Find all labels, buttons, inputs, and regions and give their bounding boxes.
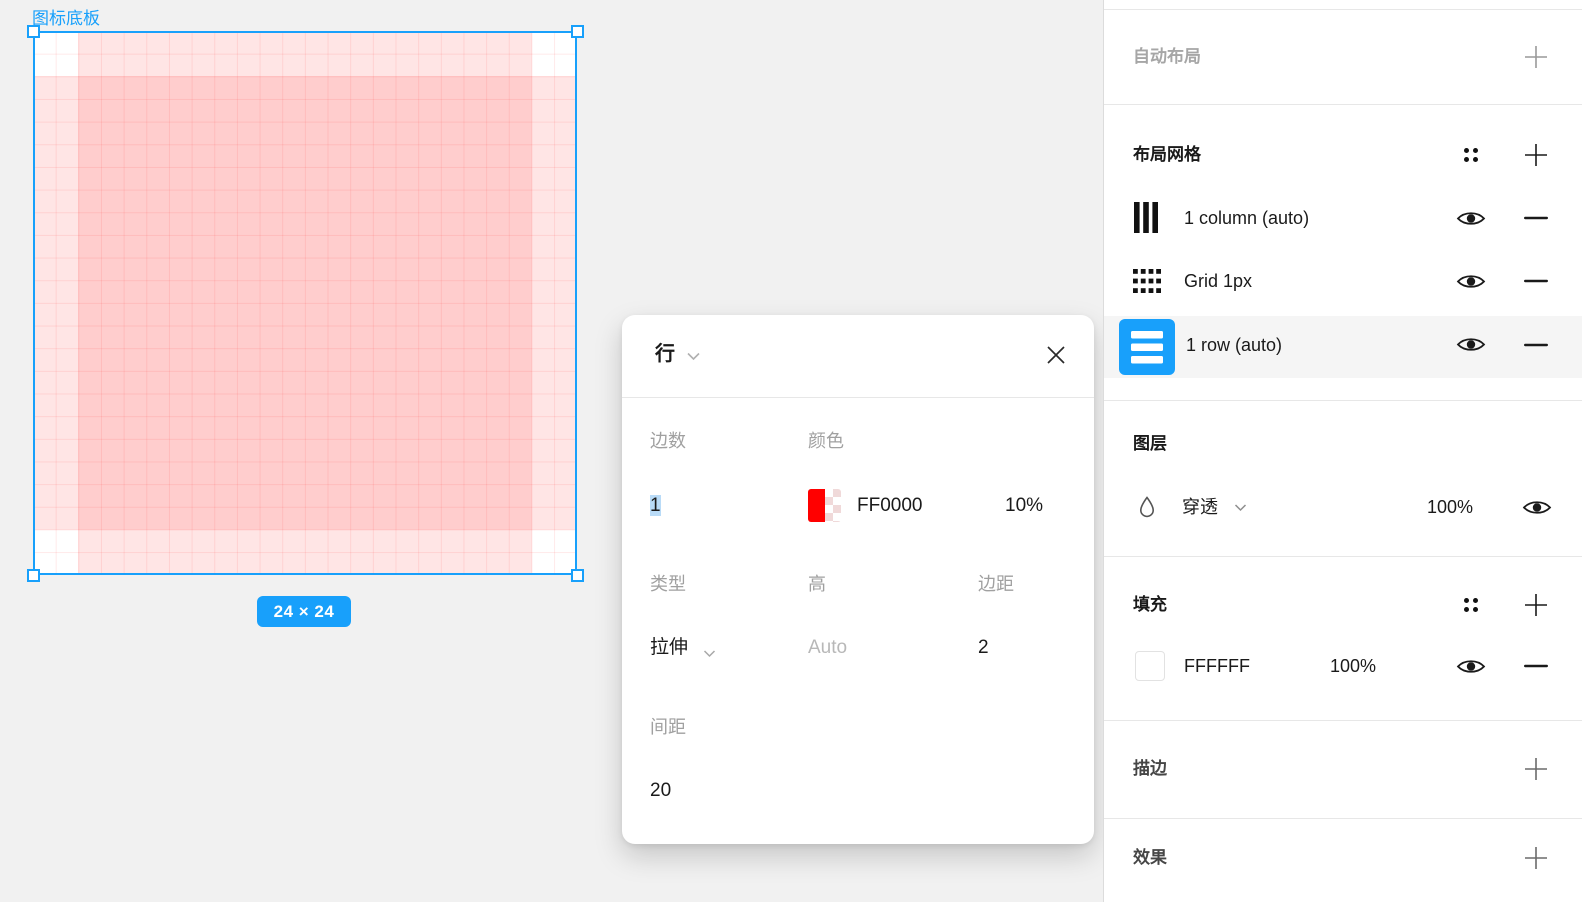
layers-title: 图层	[1133, 434, 1167, 453]
section-divider	[1104, 400, 1582, 401]
add-effect-button[interactable]	[1523, 845, 1549, 871]
eye-icon[interactable]	[1522, 497, 1552, 518]
type-label: 类型	[650, 574, 686, 594]
dialog-divider	[622, 397, 1094, 398]
fill-color-swatch[interactable]	[1135, 651, 1165, 681]
remove-fill-button[interactable]	[1524, 664, 1548, 668]
rows-icon	[1131, 331, 1163, 364]
selection-handle-top-left[interactable]	[27, 25, 40, 38]
grid-styles-button[interactable]	[1461, 145, 1481, 165]
minus-icon	[1524, 664, 1548, 668]
minus-icon	[1524, 343, 1548, 347]
chevron-down-icon	[703, 645, 716, 663]
plus-icon	[1525, 144, 1547, 166]
color-swatch-alpha-checker	[825, 489, 841, 522]
eye-icon[interactable]	[1456, 271, 1486, 292]
rows-icon-button[interactable]	[1119, 319, 1175, 375]
grid-settings-dialog: 行 边数 颜色 1 FF0000 10% 类型 高 边距 拉伸 Auto 2 间…	[622, 315, 1094, 844]
layout-grid-row-row-selected[interactable]	[1104, 316, 1582, 378]
selection-handle-bottom-right[interactable]	[571, 569, 584, 582]
section-divider	[1104, 556, 1582, 557]
eye-icon[interactable]	[1456, 208, 1486, 229]
styles-dots-icon	[1464, 598, 1478, 612]
close-icon[interactable]	[1045, 344, 1067, 366]
selection-handle-bottom-left[interactable]	[27, 569, 40, 582]
properties-panel: 自动布局 布局网格 1 column (auto) Grid 1px 1 row…	[1103, 0, 1582, 902]
fill-styles-button[interactable]	[1461, 595, 1481, 615]
section-divider	[1104, 720, 1582, 721]
section-divider	[1104, 818, 1582, 819]
color-hex-input[interactable]: FF0000	[857, 493, 922, 519]
size-badge: 24 × 24	[257, 596, 351, 627]
height-label: 高	[808, 574, 826, 594]
pixel-grid-overlay	[33, 31, 577, 575]
count-label: 边数	[650, 431, 686, 451]
plus-icon	[1525, 758, 1547, 780]
add-stroke-button[interactable]	[1523, 756, 1549, 782]
add-layout-grid-button[interactable]	[1523, 142, 1549, 168]
eye-icon[interactable]	[1456, 656, 1486, 677]
layout-grid-title: 布局网格	[1133, 145, 1201, 164]
plus-icon	[1525, 46, 1547, 68]
selection-handle-top-right[interactable]	[571, 25, 584, 38]
margin-input[interactable]: 2	[978, 635, 989, 661]
stroke-title: 描边	[1133, 759, 1167, 778]
plus-icon	[1525, 847, 1547, 869]
blend-droplet-icon	[1137, 495, 1157, 519]
frame-name-label[interactable]: 图标底板	[32, 4, 100, 29]
columns-icon	[1134, 202, 1158, 233]
grid-row-label: 1 row (auto)	[1186, 335, 1283, 355]
remove-grid-button[interactable]	[1524, 279, 1548, 283]
type-dropdown[interactable]: 拉伸	[650, 635, 688, 661]
grid-row-label: Grid 1px	[1184, 271, 1253, 291]
layer-opacity-input[interactable]: 100%	[1427, 496, 1473, 518]
grid-row-label: 1 column (auto)	[1184, 208, 1310, 228]
fill-opacity-input[interactable]: 100%	[1330, 655, 1376, 677]
section-divider	[1104, 9, 1582, 10]
eye-icon[interactable]	[1456, 334, 1486, 355]
add-auto-layout-button[interactable]	[1523, 44, 1549, 70]
plus-icon	[1525, 594, 1547, 616]
blend-mode-dropdown[interactable]: 穿透	[1182, 496, 1218, 518]
remove-grid-button[interactable]	[1524, 216, 1548, 220]
add-fill-button[interactable]	[1523, 592, 1549, 618]
remove-grid-button[interactable]	[1524, 343, 1548, 347]
color-swatch[interactable]	[808, 489, 841, 522]
gutter-input[interactable]: 20	[650, 778, 671, 804]
auto-layout-title: 自动布局	[1133, 47, 1201, 66]
color-swatch-solid	[808, 489, 825, 522]
gutter-label: 间距	[650, 717, 686, 737]
fill-title: 填充	[1133, 595, 1167, 614]
height-input[interactable]: Auto	[808, 635, 847, 661]
count-input[interactable]: 1	[650, 493, 661, 519]
margin-label: 边距	[978, 574, 1014, 594]
color-opacity-input[interactable]: 10%	[1005, 493, 1043, 519]
chevron-down-icon	[686, 348, 701, 366]
grid-type-dropdown[interactable]: 行	[655, 340, 675, 368]
minus-icon	[1524, 279, 1548, 283]
section-divider	[1104, 104, 1582, 105]
selected-frame[interactable]	[33, 31, 577, 575]
fill-hex-input[interactable]: FFFFFF	[1184, 655, 1250, 677]
styles-dots-icon	[1464, 148, 1478, 162]
effects-title: 效果	[1133, 848, 1167, 867]
grid-dots-icon	[1133, 269, 1161, 293]
minus-icon	[1524, 216, 1548, 220]
chevron-down-icon	[1234, 503, 1247, 512]
color-label: 颜色	[808, 431, 844, 451]
